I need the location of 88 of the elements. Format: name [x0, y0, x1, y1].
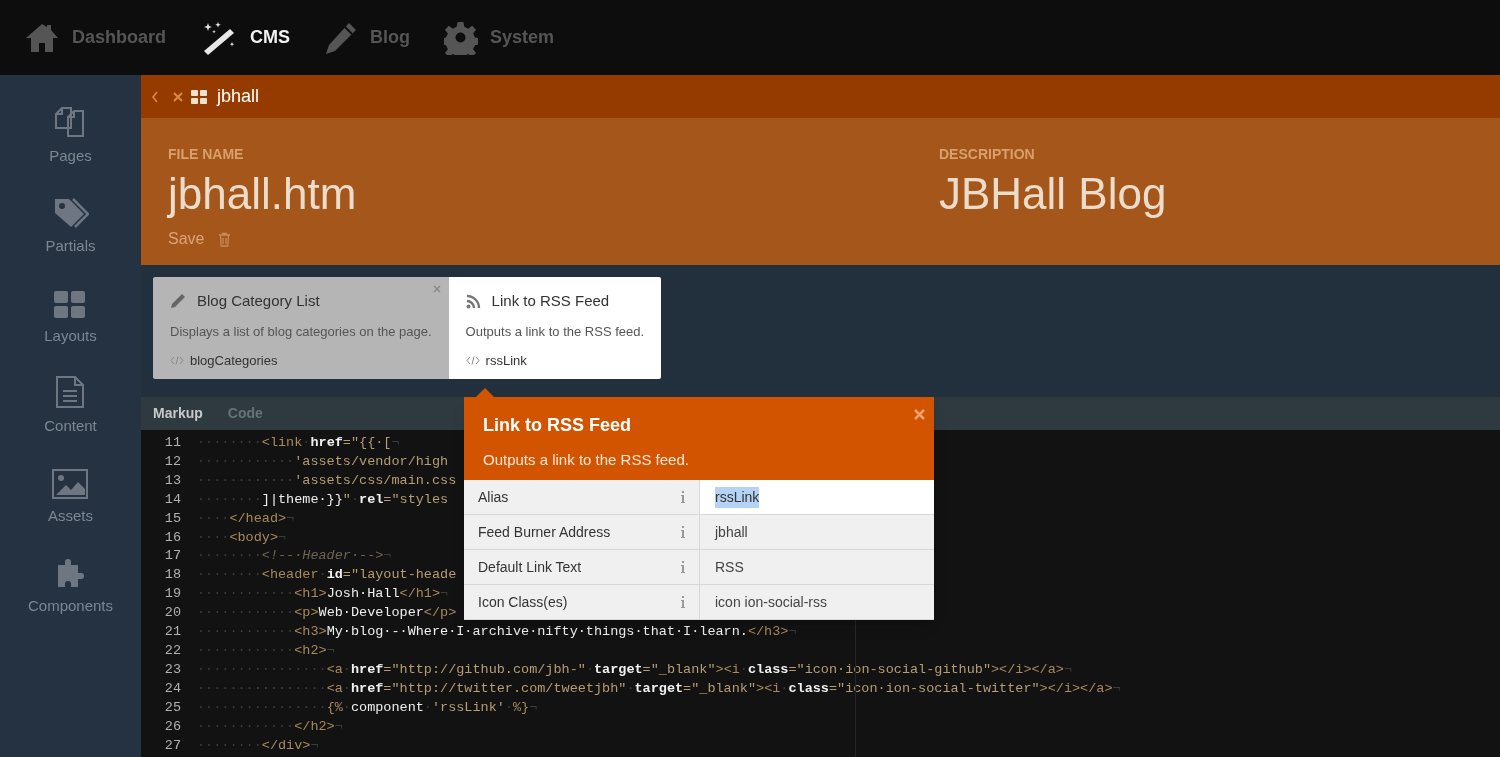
line-number: 21	[163, 623, 181, 642]
property-label: Default Link Text	[478, 557, 582, 577]
description-field[interactable]: JBHall Blog	[939, 167, 1167, 221]
sidebar-item[interactable]: Pages	[49, 144, 92, 167]
code-icon	[170, 356, 184, 366]
card-title: Blog Category List	[197, 291, 320, 311]
document-icon	[55, 374, 86, 409]
info-icon[interactable]	[681, 596, 685, 608]
line-number: 24	[163, 679, 181, 698]
gear-icon	[444, 20, 479, 55]
close-icon[interactable]	[914, 409, 925, 420]
info-icon[interactable]	[681, 561, 685, 573]
nav-link[interactable]: Blog	[370, 24, 411, 51]
code-line: ············<h3>My·blog·-·Where·I·archive·nifty·things·that·I·learn.</h3>¬	[197, 623, 797, 642]
line-number: 19	[163, 585, 181, 604]
close-icon[interactable]	[432, 285, 441, 293]
pencil-icon	[170, 293, 186, 310]
property-field[interactable]: rssLink	[700, 480, 934, 514]
code-line: ············'assets/vendor/high	[197, 452, 449, 471]
component-card[interactable]: Blog Category List Displays a list of blog categories on the page. blogCategories	[153, 277, 449, 379]
property-label: Feed Burner Address	[478, 522, 611, 542]
image-icon	[52, 468, 89, 499]
code-line: ············</h2>¬	[197, 717, 343, 736]
line-number: 17	[163, 547, 181, 566]
back-icon[interactable]	[151, 90, 159, 103]
sidebar-item[interactable]: Partials	[45, 234, 96, 257]
code-line: ················<a·href="http://github.com/jbh-"·target="_blank"><i·class="icon·ion-social-github"></i></a>¬	[197, 660, 1073, 679]
line-number: 15	[163, 509, 181, 528]
field-label: FILE NAME	[168, 145, 245, 164]
grid-icon	[54, 290, 87, 319]
code-line: ············<p>Web·Developer</p>	[197, 604, 457, 623]
card-title: Link to RSS Feed	[491, 291, 610, 311]
line-number: 14	[163, 490, 181, 509]
code-line: ············<h2>¬	[197, 641, 335, 660]
line-number: 25	[163, 698, 181, 717]
line-number: 23	[163, 660, 181, 679]
card-description: Displays a list of blog categories on the page.	[170, 322, 432, 341]
info-icon[interactable]	[681, 526, 685, 538]
line-number: 13	[163, 471, 181, 490]
code-icon	[465, 356, 480, 366]
code-line: ············<h1>Josh·Hall</h1>¬	[197, 585, 449, 604]
nav-link[interactable]: CMS	[250, 24, 291, 51]
property-label: Alias	[478, 487, 509, 507]
code-line: ········<header·id="layout-heade	[197, 566, 457, 585]
field-label: DESCRIPTION	[939, 145, 1036, 164]
code-line: ················{%·component·'rssLink'·%}¬	[197, 698, 538, 717]
house-icon	[24, 21, 60, 54]
tag-icon	[52, 196, 89, 229]
code-line: ····<body>¬	[197, 528, 287, 547]
sidebar-item[interactable]: Components	[27, 594, 114, 617]
popup-description: Outputs a link to the RSS feed.	[483, 450, 689, 470]
save-button[interactable]: Save	[168, 227, 205, 251]
component-card[interactable]: Link to RSS Feed Outputs a link to the RSS feed. rssLink	[448, 277, 662, 379]
line-number: 26	[163, 717, 181, 736]
info-icon[interactable]	[681, 491, 685, 503]
sidebar-item[interactable]: Content	[44, 414, 97, 437]
card-description: Outputs a link to the RSS feed.	[465, 322, 645, 341]
nav-link[interactable]: Dashboard	[72, 24, 167, 51]
line-number: 12	[163, 452, 181, 471]
close-icon[interactable]	[173, 91, 183, 102]
code-line: ········</div>¬	[197, 736, 319, 755]
popup-title: Link to RSS Feed	[483, 414, 632, 437]
line-number: 11	[163, 434, 181, 452]
line-number: 16	[163, 528, 181, 547]
sidebar-item[interactable]: Assets	[48, 504, 93, 527]
file-name-field[interactable]: jbhall.htm	[168, 167, 939, 221]
line-number: 22	[163, 641, 181, 660]
code-line: ········<!--·Header·-->¬	[197, 547, 392, 566]
card-alias: rssLink	[485, 352, 527, 370]
editor-tab[interactable]: Markup	[153, 403, 203, 424]
code-line: ············'assets/css/main.css	[197, 471, 457, 490]
code-line: ········]|theme·}}"·rel="styles	[197, 490, 449, 509]
nav-link[interactable]: System	[490, 24, 555, 51]
code-line: ················<a·href="http://twitter.com/tweetjbh"·target="_blank"><i·class="icon·ion-social-twitter"></i></a>¬	[197, 679, 1121, 698]
trash-icon[interactable]	[218, 231, 232, 247]
line-number: 20	[163, 604, 181, 623]
pencil-icon	[324, 20, 359, 55]
editor-tab[interactable]: Code	[227, 403, 263, 424]
sidebar-item[interactable]: Layouts	[44, 324, 97, 347]
grid-icon	[191, 89, 207, 104]
code-line: ····</head>¬	[197, 509, 295, 528]
line-number: 27	[163, 736, 181, 755]
line-number: 18	[163, 566, 181, 585]
code-line: ········<link·href="{{·[¬	[197, 434, 400, 452]
breadcrumb-title: jbhall	[217, 85, 260, 108]
card-alias: blogCategories	[190, 352, 278, 370]
rss-icon	[465, 293, 481, 309]
property-label: Icon Class(es)	[478, 592, 568, 612]
